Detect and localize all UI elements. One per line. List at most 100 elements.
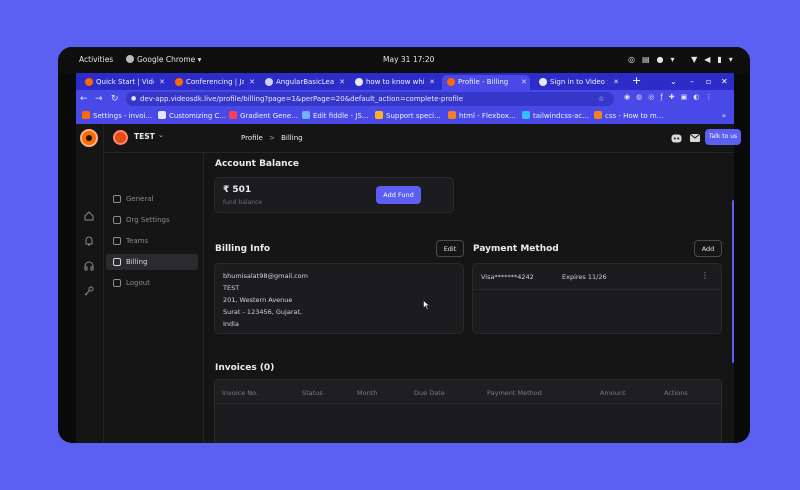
lock-icon: ● <box>131 95 137 102</box>
col-payment-method: Payment Method <box>487 389 542 397</box>
bookmark-star-icon[interactable]: ☆ <box>598 91 604 107</box>
bookmark-label: Gradient Gene... <box>240 112 298 120</box>
account-balance-card: ₹ 501 fund balance Add Fund <box>214 177 454 213</box>
bookmark-item[interactable]: Support speci... <box>375 108 441 124</box>
org-selector[interactable]: TEST ⌄ <box>113 130 183 146</box>
bookmark-item[interactable]: Customizing C... <box>158 108 226 124</box>
close-icon[interactable]: ✕ <box>159 75 165 89</box>
bookmark-favicon-icon <box>82 111 90 119</box>
bell-icon[interactable] <box>83 235 95 247</box>
nav-logout[interactable]: Logout <box>106 275 198 291</box>
bookmark-label: Support speci... <box>386 112 441 120</box>
favicon-icon <box>447 78 455 86</box>
payment-method-card: Visa*******4242 Expires 11/26 ⋮ <box>472 263 722 334</box>
bookmark-item[interactable]: Gradient Gene... <box>229 108 298 124</box>
chevron-down-icon: ⌄ <box>158 131 164 139</box>
close-icon[interactable]: ✕ <box>613 75 619 89</box>
browser-tab[interactable]: how to know whi ✕ <box>350 75 438 90</box>
videosdk-logo-icon[interactable] <box>80 129 98 147</box>
add-payment-button[interactable]: Add <box>694 240 722 257</box>
browser-tab-active[interactable]: Profile - Billing ✕ <box>442 75 530 90</box>
icon-rail <box>76 124 104 443</box>
billing-email: bhumisalat98@gmail.com <box>223 272 308 280</box>
bookmark-label: html - Flexbox... <box>459 112 516 120</box>
key-icon[interactable] <box>83 285 95 297</box>
bookmark-favicon-icon <box>375 111 383 119</box>
forward-icon[interactable]: → <box>95 91 103 107</box>
extension-icons[interactable]: ◉◍◎ƒ✚▣◐⋮ <box>624 93 718 101</box>
nav-billing[interactable]: Billing <box>106 254 198 270</box>
bookmark-item[interactable]: tailwindcss-ac... <box>522 108 589 124</box>
close-icon[interactable]: ✕ <box>249 75 255 89</box>
close-icon[interactable]: ✕ <box>429 75 435 89</box>
billing-street: 201, Western Avenue <box>223 296 293 304</box>
nav-label: Org Settings <box>126 216 170 224</box>
nav-org-settings[interactable]: Org Settings <box>106 212 198 228</box>
app-menu[interactable]: Google Chrome ▾ <box>126 47 201 73</box>
browser-tab[interactable]: Conferencing | Ja ✕ <box>170 75 258 90</box>
bookmark-favicon-icon <box>448 111 456 119</box>
nav-label: Billing <box>126 258 148 266</box>
reload-icon[interactable]: ↻ <box>111 91 119 107</box>
nav-general[interactable]: General <box>106 191 198 207</box>
bookmark-item[interactable]: html - Flexbox... <box>448 108 516 124</box>
minimize-icon[interactable]: – <box>690 73 694 90</box>
headset-icon[interactable] <box>83 260 95 272</box>
tab-title: AngularBasicLear <box>276 78 334 86</box>
close-icon[interactable]: ✕ <box>339 75 345 89</box>
maximize-icon[interactable]: ▫ <box>706 73 711 90</box>
bookmark-label: Edit fiddle - JS... <box>313 112 369 120</box>
close-icon[interactable]: ✕ <box>521 75 527 89</box>
billing-org: TEST <box>223 284 240 292</box>
bookmark-item[interactable]: Edit fiddle - JS... <box>302 108 369 124</box>
browser-tab[interactable]: AngularBasicLear ✕ <box>260 75 348 90</box>
billing-info-heading: Billing Info <box>215 244 271 254</box>
chevron-right-icon: > <box>269 134 275 142</box>
balance-sublabel: fund balance <box>223 199 263 206</box>
window-close-icon[interactable]: ✕ <box>721 73 728 90</box>
edit-button[interactable]: Edit <box>436 240 464 257</box>
favicon-icon <box>85 78 93 86</box>
mail-icon[interactable] <box>690 134 700 142</box>
scrollbar-thumb[interactable] <box>732 200 734 363</box>
tab-search-icon[interactable]: ⌄ <box>670 73 677 90</box>
favicon-icon <box>175 78 183 86</box>
add-fund-button[interactable]: Add Fund <box>376 186 421 204</box>
billing-main: Account Balance ₹ 501 fund balance Add F… <box>205 153 734 443</box>
url-field[interactable]: ● dev-app.videosdk.live/profile/billing?… <box>126 92 614 106</box>
col-actions: Actions <box>664 389 688 397</box>
app-viewport: TEST ⌄ Profile > Billing Talk to us Gene… <box>76 124 741 443</box>
bookmark-item[interactable]: Settings - invoi... <box>82 108 152 124</box>
col-month: Month <box>357 389 378 397</box>
browser-tab[interactable]: Quick Start | Video ✕ <box>80 75 168 90</box>
breadcrumb-profile-link[interactable]: Profile <box>241 134 263 142</box>
system-tray-icons[interactable]: ◎▤●▾ ▼◀▮▾ <box>628 47 740 73</box>
activities-button[interactable]: Activities <box>79 47 113 73</box>
chrome-icon <box>126 55 134 63</box>
bookmark-favicon-icon <box>522 111 530 119</box>
breadcrumb-current: Billing <box>281 134 303 142</box>
browser-tab[interactable]: Sign in to Video S ✕ <box>534 75 622 90</box>
favicon-icon <box>539 78 547 86</box>
home-icon[interactable] <box>83 210 95 222</box>
nav-teams[interactable]: Teams <box>106 233 198 249</box>
nav-label: Teams <box>126 237 149 245</box>
breadcrumb: Profile > Billing <box>241 134 303 142</box>
bookmark-item[interactable]: css - How to m... <box>594 108 663 124</box>
bookmark-favicon-icon <box>158 111 166 119</box>
settings-icon <box>113 216 121 224</box>
logout-icon <box>113 279 121 287</box>
more-bookmarks-icon[interactable]: » <box>722 108 726 124</box>
invoices-table-header <box>215 380 721 404</box>
back-icon[interactable]: ← <box>80 91 88 107</box>
col-amount: Amount <box>600 389 626 397</box>
bookmark-favicon-icon <box>302 111 310 119</box>
talk-to-us-button[interactable]: Talk to us <box>705 129 741 145</box>
discord-icon[interactable] <box>671 134 682 143</box>
clock[interactable]: May 31 17:20 <box>383 47 434 73</box>
chevron-down-icon: ▾ <box>197 55 202 64</box>
new-tab-icon[interactable]: + <box>632 73 641 89</box>
tab-title: Profile - Billing <box>458 78 509 86</box>
favicon-icon <box>265 78 273 86</box>
card-options-icon[interactable]: ⋮ <box>701 271 709 280</box>
